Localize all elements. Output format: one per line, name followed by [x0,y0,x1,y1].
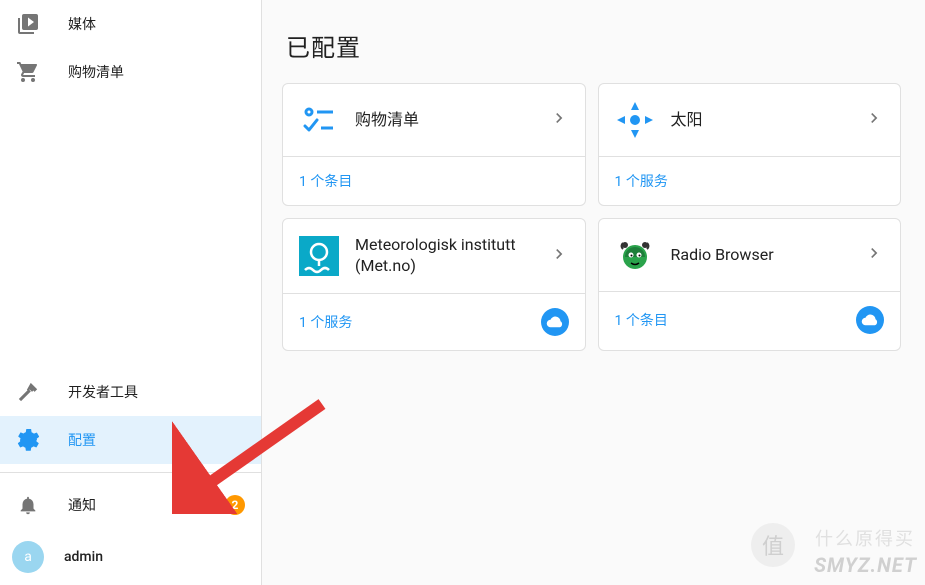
sidebar-label: 媒体 [68,14,253,34]
sidebar-item-media[interactable]: 媒体 [0,0,261,48]
chevron-right-icon [864,108,884,132]
integration-card-sun: 太阳 1 个服务 [598,83,902,206]
integration-card-metno: Meteorologisk institutt (Met.no) 1 个服务 [282,218,586,351]
sidebar: 媒体 购物清单 开发者工具 配置 通知 2 [0,0,262,585]
card-header[interactable]: 购物清单 [283,84,585,156]
card-footer: 1 个服务 [283,293,585,350]
cart-icon [16,60,40,84]
card-title: Meteorologisk institutt (Met.no) [355,235,549,277]
chevron-right-icon [864,243,884,267]
sidebar-label: 开发者工具 [68,382,253,402]
shopping-list-icon [299,100,339,140]
metno-icon [299,236,339,276]
chevron-right-icon [549,108,569,132]
gear-icon [16,428,40,452]
card-footer: 1 个条目 [599,291,901,348]
sun-icon [615,100,655,140]
card-meta[interactable]: 1 个条目 [615,310,668,330]
card-title: 购物清单 [355,110,549,131]
sidebar-item-devtools[interactable]: 开发者工具 [0,368,261,416]
card-footer: 1 个服务 [599,156,901,205]
radio-browser-icon [615,235,655,275]
integration-card-radio: Radio Browser 1 个条目 [598,218,902,351]
cloud-icon [856,306,884,334]
hammer-icon [16,380,40,404]
sidebar-item-shopping[interactable]: 购物清单 [0,48,261,96]
card-title: Radio Browser [671,245,865,266]
play-box-icon [16,12,40,36]
integration-card-shopping-list: 购物清单 1 个条目 [282,83,586,206]
main-content: 已配置 购物清单 [262,0,925,585]
sidebar-bottom: 开发者工具 配置 通知 2 a admin [0,368,261,585]
sidebar-label: 配置 [68,430,253,450]
sidebar-item-user[interactable]: a admin [0,529,261,585]
chevron-right-icon [549,244,569,268]
page-title: 已配置 [286,28,901,63]
notification-badge: 2 [225,495,245,515]
integration-grid: 购物清单 1 个条目 [282,83,901,351]
sidebar-top: 媒体 购物清单 [0,0,261,368]
user-name: admin [64,549,253,565]
sidebar-item-notifications[interactable]: 通知 2 [0,481,261,529]
card-meta[interactable]: 1 个服务 [299,312,352,332]
card-header[interactable]: 太阳 [599,84,901,156]
card-meta[interactable]: 1 个服务 [615,171,668,191]
sidebar-label: 通知 [68,495,225,515]
sidebar-item-config[interactable]: 配置 [0,416,261,464]
avatar: a [12,541,44,573]
sidebar-label: 购物清单 [68,62,253,82]
card-title: 太阳 [671,110,865,131]
cloud-icon [541,308,569,336]
card-footer: 1 个条目 [283,156,585,205]
card-header[interactable]: Meteorologisk institutt (Met.no) [283,219,585,293]
card-header[interactable]: Radio Browser [599,219,901,291]
bell-icon [16,493,40,517]
divider [0,472,261,473]
card-meta[interactable]: 1 个条目 [299,171,352,191]
